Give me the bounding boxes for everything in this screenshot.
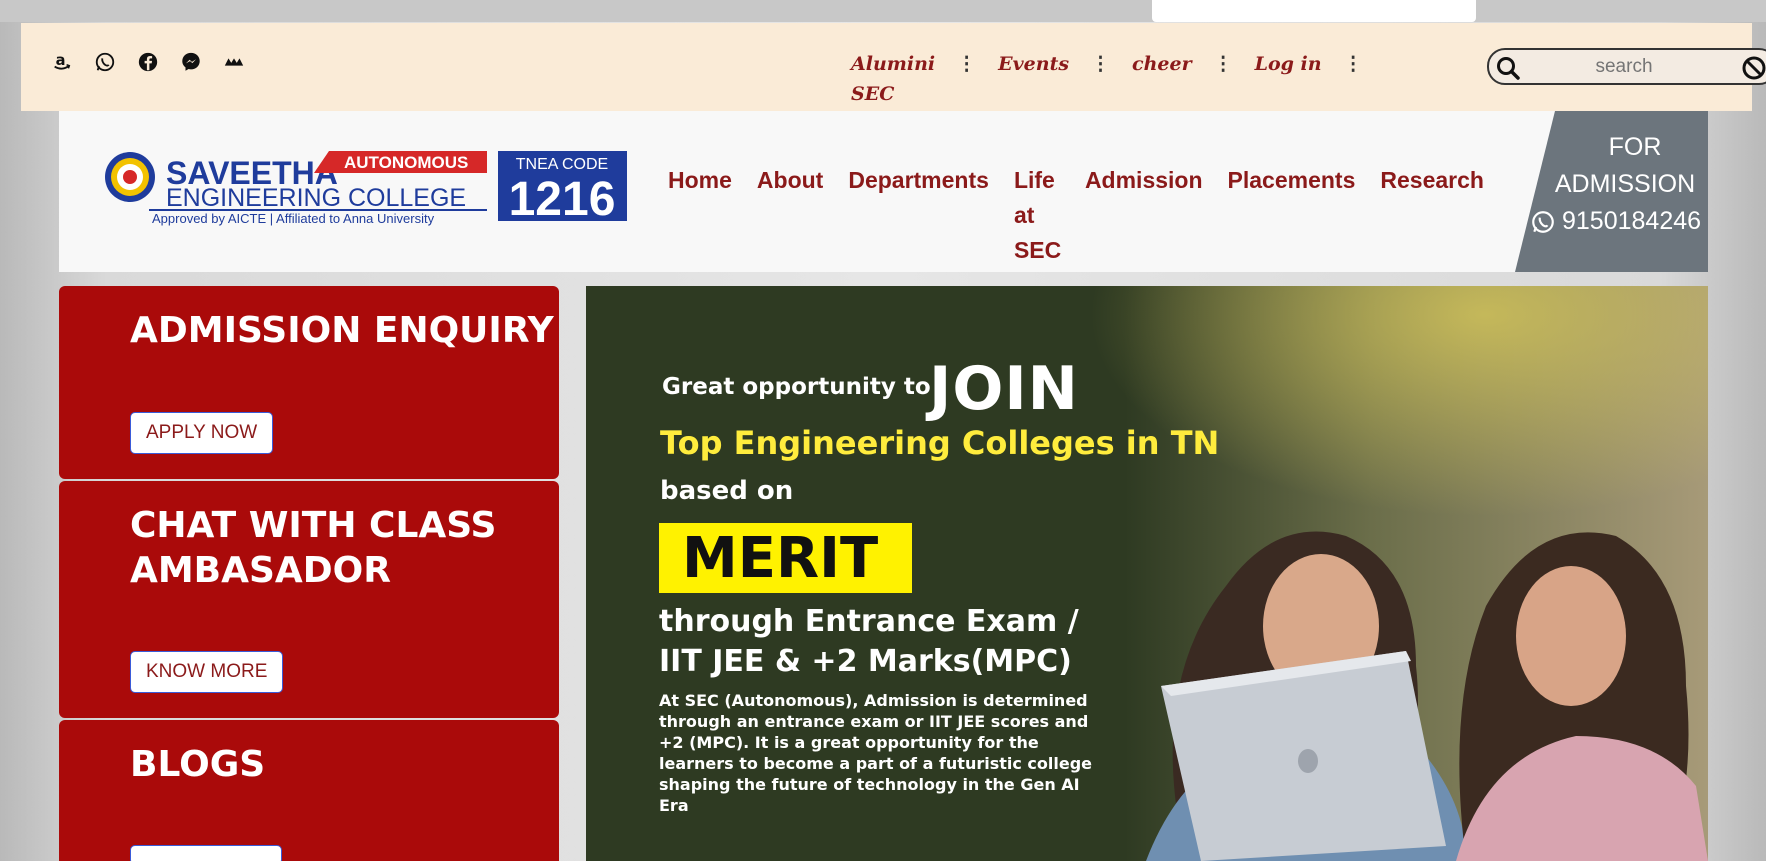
nav-home[interactable]: Home	[668, 163, 732, 268]
banner-join-text: JOIN	[929, 354, 1079, 424]
card-title: CHAT WITH CLASS AMBASADOR	[130, 505, 497, 591]
menu-dots-icon: ⋮	[957, 53, 977, 75]
messenger-icon[interactable]	[180, 51, 202, 73]
banner-paragraph: At SEC (Autonomous), Admission is determ…	[659, 691, 1093, 815]
logo-approved: Approved by AICTE | Affiliated to Anna U…	[152, 211, 435, 226]
banner-iit-text: IIT JEE & +2 Marks(MPC)	[659, 644, 1072, 679]
link-sec-portal[interactable]: SEC	[851, 83, 894, 105]
banner-through-text: through Entrance Exam /	[659, 604, 1079, 639]
menu-dots-icon: ⋮	[1213, 53, 1233, 75]
floating-panel	[1152, 0, 1476, 22]
banner-based-text: based on	[660, 476, 794, 506]
blogs-card: BLOGS	[59, 720, 559, 861]
flickr-icon[interactable]	[223, 51, 245, 73]
banner-merit-text: MERIT	[682, 526, 879, 591]
link-events[interactable]: Events	[998, 53, 1069, 75]
logo-name-line2: ENGINEERING COLLEGE	[166, 184, 466, 212]
admission-contact[interactable]: FOR ADMISSION 9150184246	[1515, 111, 1708, 272]
blogs-button[interactable]	[130, 845, 282, 861]
link-cheer[interactable]: cheer	[1132, 53, 1192, 75]
admission-line2: ADMISSION	[1554, 170, 1696, 198]
search-icon[interactable]	[1495, 55, 1521, 81]
nav-life-at-sec[interactable]: Life at SEC	[1014, 163, 1061, 268]
logo-autonomous: AUTONOMOUS	[344, 153, 468, 172]
nav-about[interactable]: About	[757, 163, 823, 268]
admission-phone[interactable]: 9150184246	[1530, 207, 1701, 236]
admission-line1: FOR	[1608, 133, 1662, 161]
know-more-button[interactable]: KNOW MORE	[130, 651, 284, 693]
tnea-label: TNEA CODE	[516, 156, 608, 173]
hero-banner[interactable]: Great opportunity to JOIN Top Engineerin…	[586, 286, 1708, 861]
emblem-icon	[105, 152, 155, 202]
menu-dots-icon: ⋮	[1343, 53, 1363, 75]
nav-departments[interactable]: Departments	[848, 163, 989, 268]
search-input[interactable]	[1529, 53, 1719, 81]
link-alumini[interactable]: Alumini	[851, 53, 935, 75]
banner-top-text: Top Engineering Colleges in TN	[660, 424, 1220, 462]
tnea-code: 1216	[509, 173, 616, 226]
facebook-icon[interactable]	[137, 51, 159, 73]
nav-admission[interactable]: Admission	[1085, 163, 1203, 268]
banner-great-text: Great opportunity to	[662, 374, 931, 400]
chat-ambassador-card: CHAT WITH CLASS AMBASADOR KNOW MORE	[59, 481, 559, 718]
apply-now-button[interactable]: APPLY NOW	[130, 412, 274, 454]
main-nav: Home About Departments Life at SEC Admis…	[668, 163, 1509, 268]
whatsapp-icon	[1532, 210, 1554, 233]
college-logo[interactable]: SAVEETHA AUTONOMOUS ENGINEERING COLLEGE …	[104, 151, 634, 227]
top-utility-bar: a Alumini⋮Events⋮cheer⋮Log in⋮SEC portal…	[21, 23, 1766, 135]
whatsapp-icon[interactable]	[94, 51, 116, 73]
card-title: BLOGS	[130, 744, 266, 785]
amazon-icon[interactable]: a	[51, 51, 73, 73]
nav-research[interactable]: Research	[1380, 163, 1484, 268]
clear-search-icon[interactable]	[1741, 55, 1766, 81]
admission-enquiry-card: ADMISSION ENQUIRY APPLY NOW	[59, 286, 559, 479]
link-login[interactable]: Log in	[1255, 53, 1322, 75]
svg-text:a: a	[56, 52, 66, 69]
social-links: a	[51, 51, 245, 73]
nav-placements[interactable]: Placements	[1228, 163, 1356, 268]
menu-dots-icon: ⋮	[1091, 53, 1111, 75]
card-title: ADMISSION ENQUIRY	[130, 310, 554, 351]
browser-top-strip	[0, 0, 1766, 22]
site-header: SAVEETHA AUTONOMOUS ENGINEERING COLLEGE …	[59, 111, 1708, 272]
admission-phone-number: 9150184246	[1562, 207, 1702, 235]
search-box	[1487, 48, 1766, 85]
